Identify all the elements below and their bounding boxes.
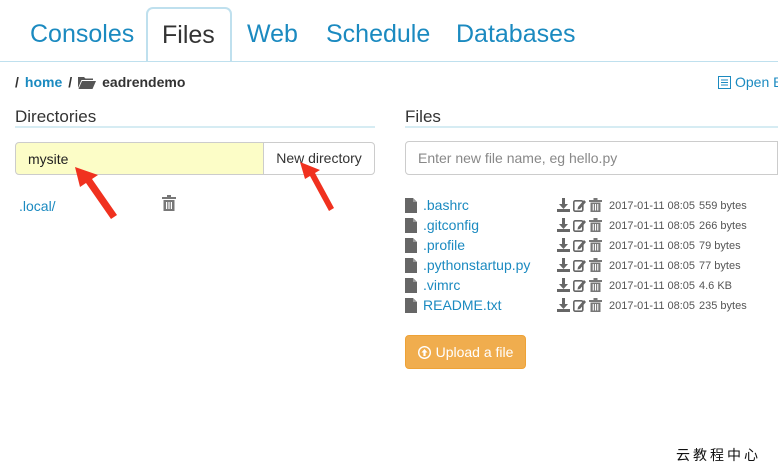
file-icon <box>405 298 417 313</box>
delete-icon[interactable] <box>589 258 602 272</box>
directories-rule <box>15 126 375 128</box>
edit-icon[interactable] <box>573 278 586 292</box>
delete-icon[interactable] <box>589 278 602 292</box>
delete-icon[interactable] <box>589 298 602 312</box>
edit-icon[interactable] <box>573 238 586 252</box>
file-actions <box>557 198 602 212</box>
file-size: 4.6 KB <box>699 280 733 292</box>
breadcrumb-separator: / <box>15 74 19 90</box>
open-bash-link[interactable]: Open B <box>718 74 778 90</box>
directories-heading: Directories <box>15 107 97 126</box>
upload-file-button[interactable]: Upload a file <box>405 335 526 369</box>
delete-icon[interactable] <box>589 238 602 252</box>
file-link[interactable]: .gitconfig <box>423 217 479 233</box>
file-size: 559 bytes <box>699 200 747 212</box>
file-date: 2017-01-11 08:05 <box>609 200 696 212</box>
breadcrumb-current: eadrendemo <box>102 74 186 90</box>
file-actions <box>557 238 602 252</box>
file-row: .pythonstartup.py 2017-01-11 08:05 77 byte… <box>405 256 778 276</box>
file-actions <box>557 278 602 292</box>
file-actions <box>557 298 602 312</box>
file-row: .gitconfig 2017-01-11 08:05 266 bytes <box>405 216 778 236</box>
files-rule <box>405 126 778 128</box>
download-icon[interactable] <box>557 218 570 232</box>
download-icon[interactable] <box>557 198 570 212</box>
file-actions <box>557 258 602 272</box>
file-size: 77 bytes <box>699 260 741 272</box>
file-link[interactable]: .profile <box>423 237 465 253</box>
tab-databases[interactable]: Databases <box>456 10 576 58</box>
file-icon <box>405 278 417 293</box>
breadcrumb-home-link[interactable]: home <box>25 74 62 90</box>
new-file-input[interactable] <box>405 141 778 175</box>
new-directory-input[interactable] <box>15 142 264 175</box>
edit-icon[interactable] <box>573 298 586 312</box>
directory-link[interactable]: .local/ <box>19 198 56 214</box>
upload-label: Upload a file <box>435 344 514 360</box>
file-link[interactable]: .bashrc <box>423 197 469 213</box>
edit-icon[interactable] <box>573 258 586 272</box>
download-icon[interactable] <box>557 258 570 272</box>
download-icon[interactable] <box>557 238 570 252</box>
breadcrumb: / home / eadrendemo <box>15 74 185 90</box>
annotation-arrow-icon <box>75 167 117 219</box>
upload-circle-icon <box>417 345 431 359</box>
delete-directory-icon[interactable] <box>162 195 176 211</box>
folder-open-icon <box>78 76 97 89</box>
file-icon <box>405 238 417 253</box>
file-actions <box>557 218 602 232</box>
tab-schedule[interactable]: Schedule <box>326 10 430 58</box>
download-icon[interactable] <box>557 278 570 292</box>
file-size: 266 bytes <box>699 220 747 232</box>
tab-files[interactable]: Files <box>146 7 232 61</box>
list-icon <box>718 75 731 89</box>
file-date: 2017-01-11 08:05 <box>609 220 696 232</box>
open-bash-label: Open B <box>735 74 778 90</box>
file-date: 2017-01-11 08:05 <box>609 280 696 292</box>
file-size: 235 bytes <box>699 300 747 312</box>
file-row: README.txt 2017-01-11 08:05 235 bytes <box>405 296 778 316</box>
file-row: .profile 2017-01-11 08:05 79 bytes <box>405 236 778 256</box>
delete-icon[interactable] <box>589 198 602 212</box>
files-heading: Files <box>405 107 441 126</box>
file-icon <box>405 198 417 213</box>
breadcrumb-separator: / <box>68 74 73 90</box>
tab-bar: Consoles Files Web Schedule Databases <box>0 0 778 62</box>
file-icon <box>405 258 417 273</box>
tab-consoles[interactable]: Consoles <box>30 10 134 58</box>
file-icon <box>405 218 417 233</box>
file-date: 2017-01-11 08:05 <box>609 240 696 252</box>
download-icon[interactable] <box>557 298 570 312</box>
file-link[interactable]: README.txt <box>423 297 502 313</box>
delete-icon[interactable] <box>589 218 602 232</box>
edit-icon[interactable] <box>573 198 586 212</box>
tab-bar-divider <box>0 61 778 62</box>
file-date: 2017-01-11 08:05 <box>609 300 696 312</box>
edit-icon[interactable] <box>573 218 586 232</box>
file-link[interactable]: .vimrc <box>423 277 460 293</box>
tab-web[interactable]: Web <box>247 10 298 58</box>
file-link[interactable]: .pythonstartup.py <box>423 257 530 273</box>
file-size: 79 bytes <box>699 240 741 252</box>
file-row: .bashrc 2017-01-11 08:05 559 bytes <box>405 196 778 216</box>
watermark: 云教程中心 <box>676 447 761 463</box>
file-date: 2017-01-11 08:05 <box>609 260 696 272</box>
file-row: .vimrc 2017-01-11 08:05 4.6 KB <box>405 276 778 296</box>
annotation-arrow-icon <box>300 162 334 211</box>
